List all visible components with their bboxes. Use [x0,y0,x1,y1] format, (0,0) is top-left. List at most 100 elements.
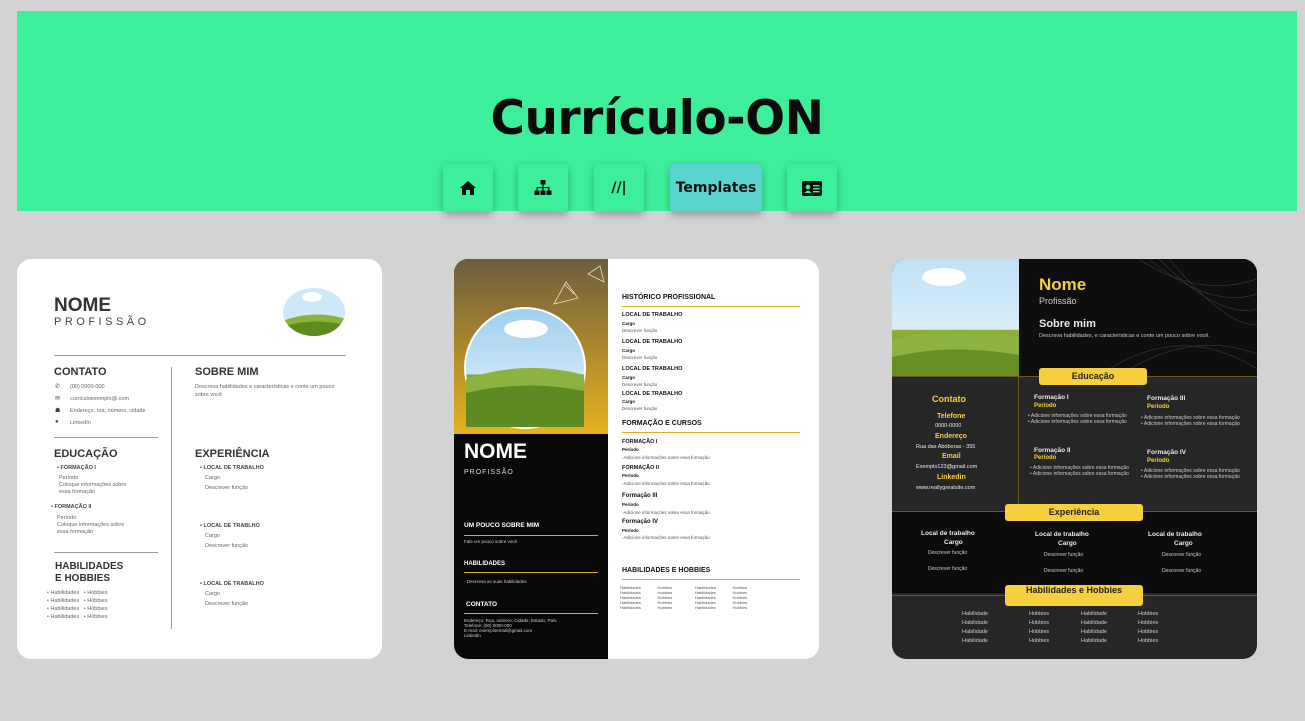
t3-formation-4-period: Período [1147,458,1170,464]
t2-course-2-desc: -Adicione informações sobre essa formaçã… [622,481,710,486]
template-card-3[interactable]: Nome Profissão Sobre mim Descreva habili… [892,259,1257,659]
t3-linkedin: www.reallygreatsite.com [916,485,976,491]
nav-contact-button[interactable] [787,164,837,212]
t3-job-3-desc: Descrever função [1162,552,1202,558]
t1-profession: PROFISSÃO [54,316,150,328]
t3-job-3-place: Local de trabalho [1148,531,1202,538]
t2-about-text: Fale um pouco sobre você [464,539,518,544]
t2-skills-text: - Descreva as suas habilidades [464,579,527,584]
nav-templates-label: Templates [675,180,757,196]
t3-about-title: Sobre mim [1039,318,1096,330]
t2-job-4-desc: Descrever função [622,406,658,411]
t2-course-3-desc: -Adicione informações sobre essa formaçã… [622,510,710,515]
t3-contact-title: Contato [932,394,966,404]
t1-contact-email: curriculoexemplo@.com [70,396,130,402]
t1-exp-2-desc: Descrever função [205,543,249,549]
t1-education-title: EDUCAÇÃO [54,448,118,460]
t2-course-1-desc: -Adicione informações sobre essa formaçã… [622,455,710,460]
nav-home-button[interactable] [443,164,493,212]
t1-skills-row-1: • Habilidades • Hobbies [47,590,108,596]
t1-skills-title2: E HOBBIES [55,573,111,584]
t3-formation-3-desc: • Adicione informações sobre essa formaç… [1141,415,1240,427]
t2-education-title: FORMAÇÃO E CURSOS [622,420,702,427]
t1-name: NOME [54,295,111,316]
t3-formation-2-desc: • Adicione informações sobre essa formaç… [1030,465,1129,477]
t1-contact-address: Endereço, rua, número, cidade [70,408,146,414]
t3-formation-3-period: Período [1147,404,1170,410]
nav-templates-button[interactable]: Templates [670,164,762,212]
t2-course-4-desc: -Adicione informações sobre essa formaçã… [622,535,710,540]
t1-skills-row-3: • Habilidades • Hobbies [47,606,108,612]
nav-bar: //| Templates [443,164,837,212]
t1-about-text: Descreva habilidades e características e… [195,384,335,398]
id-card-icon [802,180,822,196]
t1-exp-1-desc: Descrever função [205,485,249,491]
t2-profession: PROFISSÃO [464,469,514,476]
t3-formation-1-period: Período [1034,403,1057,409]
t2-contact-linkedin: Linkedin [464,633,481,638]
t3-phone-label: Telefone [937,413,966,420]
t3-formation-2-period: Período [1034,455,1057,461]
t3-job-3-role: Cargo [1174,540,1193,547]
t3-job-1-desc: Descrever função [928,550,968,556]
t1-exp-2-place: • LOCAL DE TRABLHO [200,523,260,529]
t1-edu-2-title: • FORMAÇÃO II [51,504,92,510]
t1-experience-title: EXPERIÊNCIA [195,448,270,460]
t1-exp-3-place: • LOCAL DE TRABALHO [200,581,264,587]
t3-email: Exemplo123@gmail.com [916,464,978,470]
t3-formation-2: Formação II [1034,447,1071,454]
t2-course-2-period: Período [622,473,639,478]
t3-experience-pill: Experiência [1005,504,1143,521]
t3-profession: Profissão [1039,296,1077,306]
location-icon: ☗ [55,408,61,414]
t1-edu-2-desc2: essa formação [57,529,94,535]
site-header: Currículo-ON //| Templates [17,11,1297,212]
home-icon [460,181,476,195]
t3-formation-3: Formação III [1147,395,1186,402]
template-card-2[interactable]: NOME PROFISSÃO UM POUCO SOBRE MIM Fale u… [454,259,819,659]
t3-job-1-desc2: Descrever função [928,566,968,572]
t2-course-2: FORMAÇÃO II [622,465,659,471]
t1-photo [283,288,345,336]
t3-photo [892,259,1019,376]
t2-course-1: FORMAÇÃO I [622,439,658,445]
t3-address-label: Endereço [935,433,967,440]
t3-skills-pill: Habilidades e Hobbies [1005,585,1143,606]
t1-exp-3-role: Cargo [205,591,220,597]
t2-course-4: Formação IV [622,519,659,525]
t2-job-1: LOCAL DE TRABALHO [622,312,683,318]
t2-skills-title: HABILIDADES [464,561,506,567]
t2-photo [464,307,586,429]
t1-edu-1-title: • FORMAÇÃO I [57,465,96,471]
t1-edu-1-desc: Coloque informações sobre [59,482,127,488]
t1-exp-1-role: Cargo [205,475,220,481]
phone-icon: ✆ [55,384,61,390]
t3-skills-grid: Habilidade Hobbies Habilidade Hobbies Habil… [962,611,1159,644]
nav-sitemap-button[interactable] [518,164,568,212]
t3-job-2-role: Cargo [1058,540,1077,547]
site-title: Currículo-ON [490,91,824,146]
t1-contact-phone: (00) 0000-000 [70,384,105,390]
t1-about-title: SOBRE MIM [195,366,259,378]
t3-job-3-desc2: Descrever função [1162,568,1202,574]
t2-name: NOME [464,440,527,463]
nav-slash-button[interactable]: //| [594,164,644,212]
t2-job-3-desc: Descrever função [622,382,658,387]
t2-job-1-role: Cargo [622,321,636,326]
t2-job-2-role: Cargo [622,348,636,353]
t3-job-1-role: Cargo [944,539,963,546]
t3-linkedin-label: Linkedin [937,474,966,481]
t2-decoration [553,265,605,305]
template-card-1[interactable]: NOME PROFISSÃO CONTATO (00) 0000-000 cur… [17,259,382,659]
sitemap-icon [534,180,552,195]
t3-formation-4-desc: • Adicione informações sobre essa formaç… [1141,468,1240,480]
t3-job-2-place: Local de trabalho [1035,531,1089,538]
linkedin-icon: ● [55,419,59,425]
t3-formation-1: Formação I [1034,394,1069,401]
t1-contact-linkedin: LinkedIn [70,420,91,426]
t1-skills-row-2: • Habilidades • Hobbies [47,598,108,604]
t2-job-4-role: Cargo [622,399,636,404]
t3-formation-4: Formação IV [1147,449,1187,456]
t2-course-3-period: Período [622,502,639,507]
t2-job-4: LOCAL DE TRABALHO [622,391,683,397]
